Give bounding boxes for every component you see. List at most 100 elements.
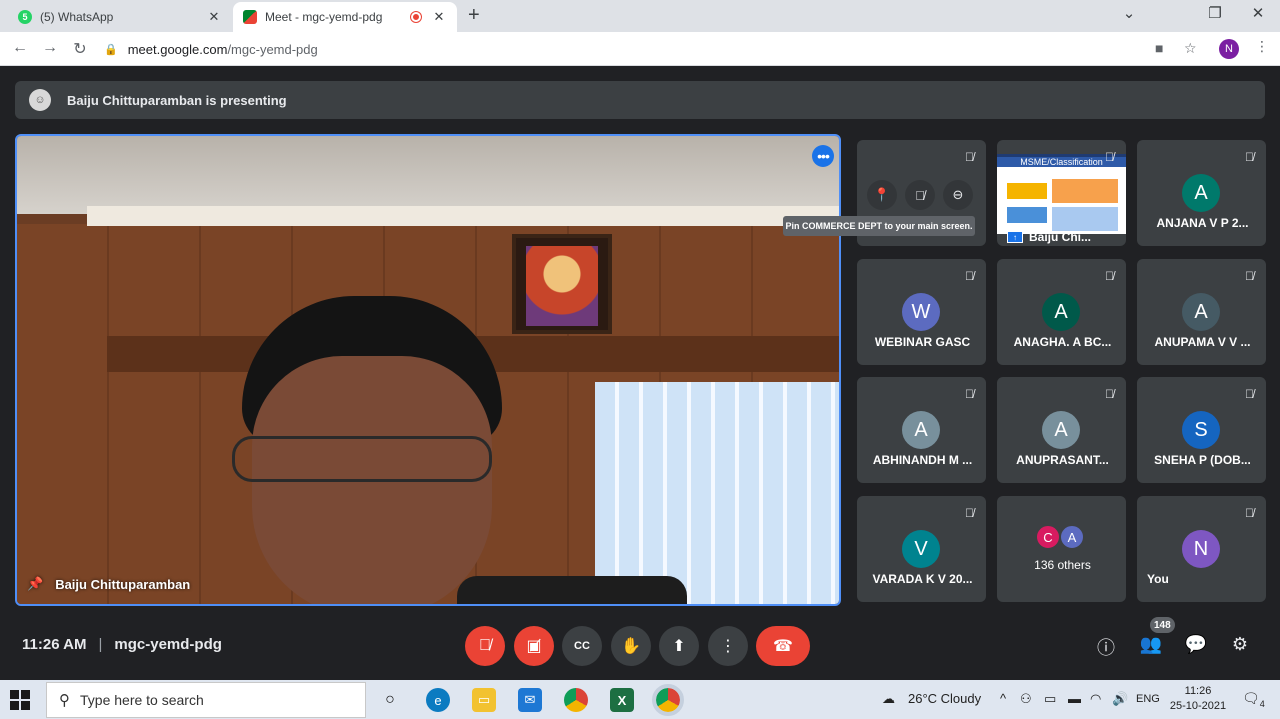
notification-count: 4: [1259, 698, 1265, 709]
windows-start-icon[interactable]: [10, 690, 30, 710]
windows-taskbar: ⚲ Type here to search ○ e ▭ ✉ X ☁ 26°C C…: [0, 680, 1280, 719]
pin-icon[interactable]: 📍: [867, 180, 897, 210]
avatar: S: [1182, 411, 1220, 449]
main-video[interactable]: ••• 📌 Baiju Chittuparamban: [15, 134, 841, 606]
battery-charge-icon[interactable]: ▬: [1068, 691, 1081, 706]
volume-icon[interactable]: 🔊: [1112, 691, 1128, 707]
participant-tile[interactable]: 🎙̸ S SNEHA P (DOB...: [1137, 377, 1266, 483]
participant-name: ANUPAMA V V ...: [1154, 335, 1251, 349]
others-tile[interactable]: C A 136 others: [997, 496, 1126, 602]
close-tab-icon[interactable]: ✕: [206, 9, 222, 25]
participant-name: WEBINAR GASC: [874, 335, 971, 349]
tab-title: Meet - mgc-yemd-pdg: [265, 10, 383, 24]
reload-icon[interactable]: ↻: [70, 39, 90, 59]
file-explorer-icon[interactable]: ▭: [472, 688, 496, 712]
presenting-text: Baiju Chittuparamban is presenting: [67, 92, 287, 108]
tile-name: ↑ Baiju Chi...: [1007, 230, 1091, 244]
camera-icon[interactable]: ■: [1155, 40, 1163, 56]
show-hidden-icons-icon[interactable]: ^: [1000, 691, 1006, 706]
raise-hand-button[interactable]: ✋: [611, 626, 651, 666]
whatsapp-icon: 5: [18, 10, 32, 24]
video-background: [87, 206, 839, 226]
bookmark-star-icon[interactable]: ☆: [1184, 40, 1197, 57]
back-icon[interactable]: ←: [10, 39, 30, 57]
participant-tile[interactable]: 🎙̸ W WEBINAR GASC: [857, 259, 986, 365]
window-blinds: [595, 382, 839, 604]
wifi-icon[interactable]: ◠: [1090, 691, 1101, 707]
address-bar: ← → ↻ 🔒 meet.google.com/mgc-yemd-pdg ■ ☆: [0, 32, 1280, 66]
meet-tray-icon[interactable]: ⚇: [1020, 691, 1032, 707]
battery-icon[interactable]: ▭: [1044, 691, 1056, 707]
tab-whatsapp[interactable]: 5 (5) WhatsApp ✕: [8, 2, 232, 32]
presenter-figure: [232, 296, 512, 604]
participant-name: Baiju Chittuparamban: [55, 576, 191, 592]
chrome-icon[interactable]: [564, 688, 588, 712]
restore-window-icon[interactable]: ❐: [1203, 4, 1227, 22]
participant-tile[interactable]: 🎙̸ A ANUPAMA V V ...: [1137, 259, 1266, 365]
captions-button[interactable]: CC: [562, 626, 602, 666]
participant-tile[interactable]: 🎙̸ A ANUPRASANT...: [997, 377, 1126, 483]
mic-off-button[interactable]: 🎙̸: [465, 626, 505, 666]
recording-icon: [411, 12, 421, 22]
avatar: A: [1059, 524, 1085, 550]
close-tab-icon[interactable]: ✕: [431, 9, 447, 25]
avatar: C: [1035, 524, 1061, 550]
tab-meet[interactable]: Meet - mgc-yemd-pdg ✕: [233, 2, 457, 32]
weather-text[interactable]: 26°C Cloudy: [908, 691, 981, 706]
participant-tile[interactable]: 🎙̸ A ANAGHA. A BC...: [997, 259, 1126, 365]
meeting-details-icon[interactable]: ⓘ: [1094, 634, 1118, 660]
url-field[interactable]: 🔒 meet.google.com/mgc-yemd-pdg: [104, 37, 1184, 61]
input-language[interactable]: ENG: [1136, 693, 1160, 705]
mic-off-icon: 🎙̸: [1105, 387, 1114, 401]
wall-picture: [512, 234, 612, 334]
avatar: A: [1182, 293, 1220, 331]
forward-icon[interactable]: →: [40, 39, 60, 57]
participant-tile[interactable]: 🎙̸ V VARADA K V 20...: [857, 496, 986, 602]
activities-icon[interactable]: ⚙: [1228, 634, 1252, 655]
notification-icon[interactable]: 🗨4: [1242, 690, 1265, 709]
taskbar-search-input[interactable]: ⚲ Type here to search: [46, 682, 366, 718]
leave-call-button[interactable]: ☎: [756, 626, 810, 666]
avatar: A: [1042, 293, 1080, 331]
search-placeholder: Type here to search: [80, 692, 204, 708]
excel-icon[interactable]: X: [610, 688, 634, 712]
camera-off-button[interactable]: ▣̸: [514, 626, 554, 666]
meeting-code: mgc-yemd-pdg: [114, 636, 222, 653]
participant-tile-self[interactable]: 🎙̸ N You: [1137, 496, 1266, 602]
avatar: A: [902, 411, 940, 449]
participant-tile[interactable]: 🎙̸ A ANJANA V P 2...: [1137, 140, 1266, 246]
browser-menu-icon[interactable]: ⋮: [1255, 38, 1269, 55]
pin-icon: 📌: [27, 576, 44, 591]
chat-icon[interactable]: 💬: [1184, 634, 1208, 655]
mic-off-icon: 🎙̸: [965, 506, 974, 520]
profile-avatar[interactable]: N: [1219, 39, 1239, 59]
chrome-active-icon[interactable]: [652, 684, 684, 716]
participant-tile-presentation[interactable]: MSME/Classification 🎙̸ ↑ Baiju Chi...: [997, 140, 1126, 246]
avatar: N: [1182, 530, 1220, 568]
mail-icon[interactable]: ✉: [518, 688, 542, 712]
mic-off-icon: 🎙̸: [1105, 150, 1114, 164]
participant-name: ANAGHA. A BC...: [1013, 335, 1112, 349]
present-now-button[interactable]: ⬆: [659, 626, 699, 666]
remove-icon[interactable]: ⊖: [943, 180, 973, 210]
participant-name: Baiju Chi...: [1029, 230, 1092, 244]
clock-date: 25-10-2021: [1169, 700, 1227, 712]
mic-off-icon: 🎙̸: [965, 387, 974, 401]
more-options-icon[interactable]: •••: [812, 145, 834, 167]
mute-participant-icon[interactable]: 🎙̸: [905, 180, 935, 210]
close-window-icon[interactable]: ✕: [1246, 4, 1270, 22]
task-view-icon[interactable]: ○: [378, 688, 402, 712]
clock-time: 11:26: [1184, 685, 1212, 697]
mic-off-icon: 🎙̸: [965, 269, 974, 283]
edge-icon[interactable]: e: [426, 688, 450, 712]
participant-name: You: [1147, 572, 1169, 586]
avatar: A: [1182, 174, 1220, 212]
participant-name: ANJANA V P 2...: [1156, 216, 1249, 230]
tab-search-icon[interactable]: ⌄: [1117, 4, 1141, 22]
weather-icon[interactable]: ☁: [882, 691, 895, 707]
taskbar-clock[interactable]: 11:26 25-10-2021: [1168, 684, 1228, 714]
new-tab-icon[interactable]: +: [468, 4, 480, 27]
participant-tile[interactable]: 🎙̸ A ABHINANDH M ...: [857, 377, 986, 483]
people-icon[interactable]: 👥: [1139, 634, 1163, 655]
more-options-button[interactable]: ⋮: [708, 626, 748, 666]
